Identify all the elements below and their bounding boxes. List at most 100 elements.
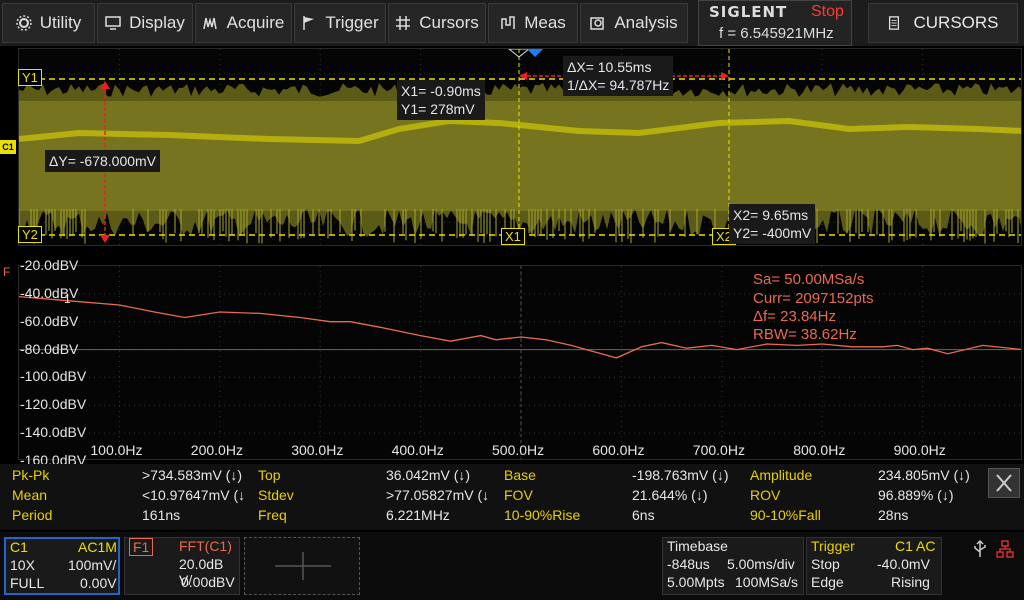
analysis-label: Analysis — [614, 13, 678, 32]
x1-cursor-tag[interactable]: X1 — [501, 228, 525, 245]
utility-label: Utility — [39, 13, 82, 32]
cursors-panel-button[interactable]: CURSORS — [868, 3, 1018, 43]
fft-x-tick-label: 800.0Hz — [793, 442, 846, 458]
fft-x-tick-label: 400.0Hz — [391, 442, 444, 458]
trigger-type: Edge — [811, 574, 844, 590]
fft-x-tick-label: 600.0Hz — [592, 442, 645, 458]
fft-y-tick-label: -60.0dBV — [20, 312, 79, 329]
measurement-value: 96.889% (↓) — [878, 487, 954, 503]
x1-readout: X1= -0.90ms Y1= 278mV — [397, 80, 485, 120]
cursors-menu-button[interactable]: Cursors — [388, 3, 486, 43]
y2-cursor-tag[interactable]: Y2 — [18, 226, 42, 243]
fft-x-tick-label: 200.0Hz — [190, 442, 243, 458]
meas-menu-button[interactable]: Meas — [488, 3, 578, 43]
measurement-name: Stdev — [258, 487, 294, 503]
delta-y-arrowhead-down — [100, 235, 110, 243]
add-channel-button[interactable] — [244, 537, 360, 595]
channel1-bandwidth: FULL — [10, 575, 45, 591]
analysis-menu-button[interactable]: Analysis — [580, 3, 688, 43]
channel-marker[interactable]: C1 — [0, 140, 16, 154]
gear-icon — [15, 15, 32, 31]
frequency-counter: f = 6.545921MHz — [719, 25, 834, 42]
channel1-panel[interactable]: C1 AC1M 10X 100mV/ FULL 0.00V — [4, 537, 120, 595]
measurement-row: Mean <10.97647mV (↓ Stdev >77.05827mV (↓… — [6, 487, 986, 507]
delta-x-readout: ΔX= 10.55ms 1/ΔX= 94.787Hz — [563, 56, 674, 96]
math1-offset: 0.00dBV — [181, 574, 235, 590]
fft-y-tick-label: -20.0dBV — [20, 257, 79, 273]
fft-x-tick-label: 300.0Hz — [291, 442, 344, 458]
channel1-scale: 100mV/ — [68, 557, 117, 573]
utility-menu-button[interactable]: Utility — [2, 3, 95, 43]
magnify-icon — [590, 17, 605, 30]
timebase-scale: 5.00ms/div — [727, 556, 795, 572]
trigger-level: -40.0mV — [877, 556, 930, 572]
timebase-title: Timebase — [667, 538, 728, 554]
measurement-value: >734.583mV (↓) — [142, 467, 242, 483]
trigger-menu-button[interactable]: Trigger — [294, 3, 386, 43]
acquire-menu-button[interactable]: Acquire — [195, 3, 292, 43]
channel1-probe: 10X — [10, 557, 35, 573]
trigger-panel[interactable]: Trigger C1 AC Stop -40.0mV Edge Rising — [806, 537, 942, 595]
fft-y-tick-label: -140.0dBV — [20, 424, 87, 441]
ruler-icon — [501, 16, 515, 29]
measurement-name: 90-10%Fall — [750, 507, 821, 523]
flag-icon — [303, 16, 315, 30]
network-icon — [996, 540, 1014, 558]
timebase-delay: -848us — [667, 556, 710, 572]
acquire-icon — [202, 17, 217, 30]
fft-y-tick-label: -120.0dBV — [20, 396, 87, 413]
fft-x-tick-label: 100.0Hz — [90, 442, 143, 458]
ch1-waveform — [19, 49, 1021, 245]
math1-panel[interactable]: F1 FFT(C1) 20.0dB V/ 0.00dBV — [124, 537, 240, 595]
close-measurements-button[interactable] — [988, 468, 1020, 498]
x2-value: X2= 9.65ms — [733, 207, 809, 223]
y1-cursor-tag[interactable]: Y1 — [18, 69, 42, 86]
delta-y-readout: ΔY= -678.000mV — [45, 150, 161, 172]
measurement-row: Pk-Pk >734.583mV (↓) Top 36.042mV (↓) Ba… — [6, 467, 986, 487]
measurement-name: Base — [504, 467, 536, 483]
document-icon — [889, 16, 900, 30]
display-menu-button[interactable]: Display — [97, 3, 193, 43]
measurement-value: 28ns — [878, 507, 909, 523]
fft-channel-marker[interactable]: F — [3, 265, 10, 279]
x2-readout: X2= 9.65ms Y2= -400mV — [729, 204, 816, 244]
measurement-value: 161ns — [142, 507, 181, 523]
measurement-value: 234.805mV (↓) — [878, 467, 970, 483]
cursors-label: Cursors — [419, 13, 479, 32]
status-box: SIGLENT Stop f = 6.545921MHz — [698, 0, 852, 46]
ch1-noise-core — [19, 101, 1021, 211]
waveform-display[interactable] — [18, 48, 1022, 246]
measurement-value: <10.97647mV (↓ — [142, 487, 246, 503]
timebase-memory: 5.00Mpts — [667, 574, 725, 590]
measurement-value: 6.221MHz — [386, 507, 450, 523]
inv-delta-x-value: 1/ΔX= 94.787Hz — [567, 77, 670, 93]
cursors-panel-label: CURSORS — [913, 13, 999, 32]
x1-value: X1= -0.90ms — [401, 83, 481, 99]
measurement-name: Amplitude — [750, 467, 813, 483]
brand-logo: SIGLENT — [709, 3, 788, 21]
timebase-panel[interactable]: Timebase -848us 5.00ms/div 5.00Mpts 100M… — [662, 537, 804, 595]
trigger-label: Trigger — [325, 13, 379, 32]
fft-x-tick-label: 900.0Hz — [893, 442, 946, 458]
trigger-mode: Stop — [811, 556, 840, 572]
timebase-sample-rate: 100MSa/s — [735, 574, 799, 590]
fft-y-tick-label: -80.0dBV — [20, 340, 79, 357]
channel1-coupling: AC1M — [78, 539, 117, 555]
measurement-row: Period 161ns Freq 6.221MHz 10-90%Rise 6n… — [6, 507, 986, 527]
measurement-value: 21.644% (↓) — [632, 487, 708, 503]
crosshair-icon — [396, 16, 411, 30]
run-state: Stop — [811, 3, 844, 20]
measurement-table: Pk-Pk >734.583mV (↓) Top 36.042mV (↓) Ba… — [0, 464, 1024, 530]
measurement-name: Top — [258, 467, 281, 483]
usb-icon — [972, 540, 988, 558]
fft-sample-rate: Sa= 50.00MSa/s — [753, 271, 865, 288]
channel1-offset: 0.00V — [80, 575, 117, 591]
trigger-source: C1 AC — [895, 538, 936, 554]
measurement-name: Freq — [258, 507, 287, 523]
y2-value: Y2= -400mV — [733, 225, 812, 241]
fft-x-tick-label: 500.0Hz — [492, 442, 545, 458]
delta-x-value: ΔX= 10.55ms — [567, 59, 652, 75]
trigger-title: Trigger — [811, 538, 855, 554]
measurement-name: 10-90%Rise — [504, 507, 581, 523]
fft-rbw: RBW= 38.62Hz — [753, 326, 857, 343]
